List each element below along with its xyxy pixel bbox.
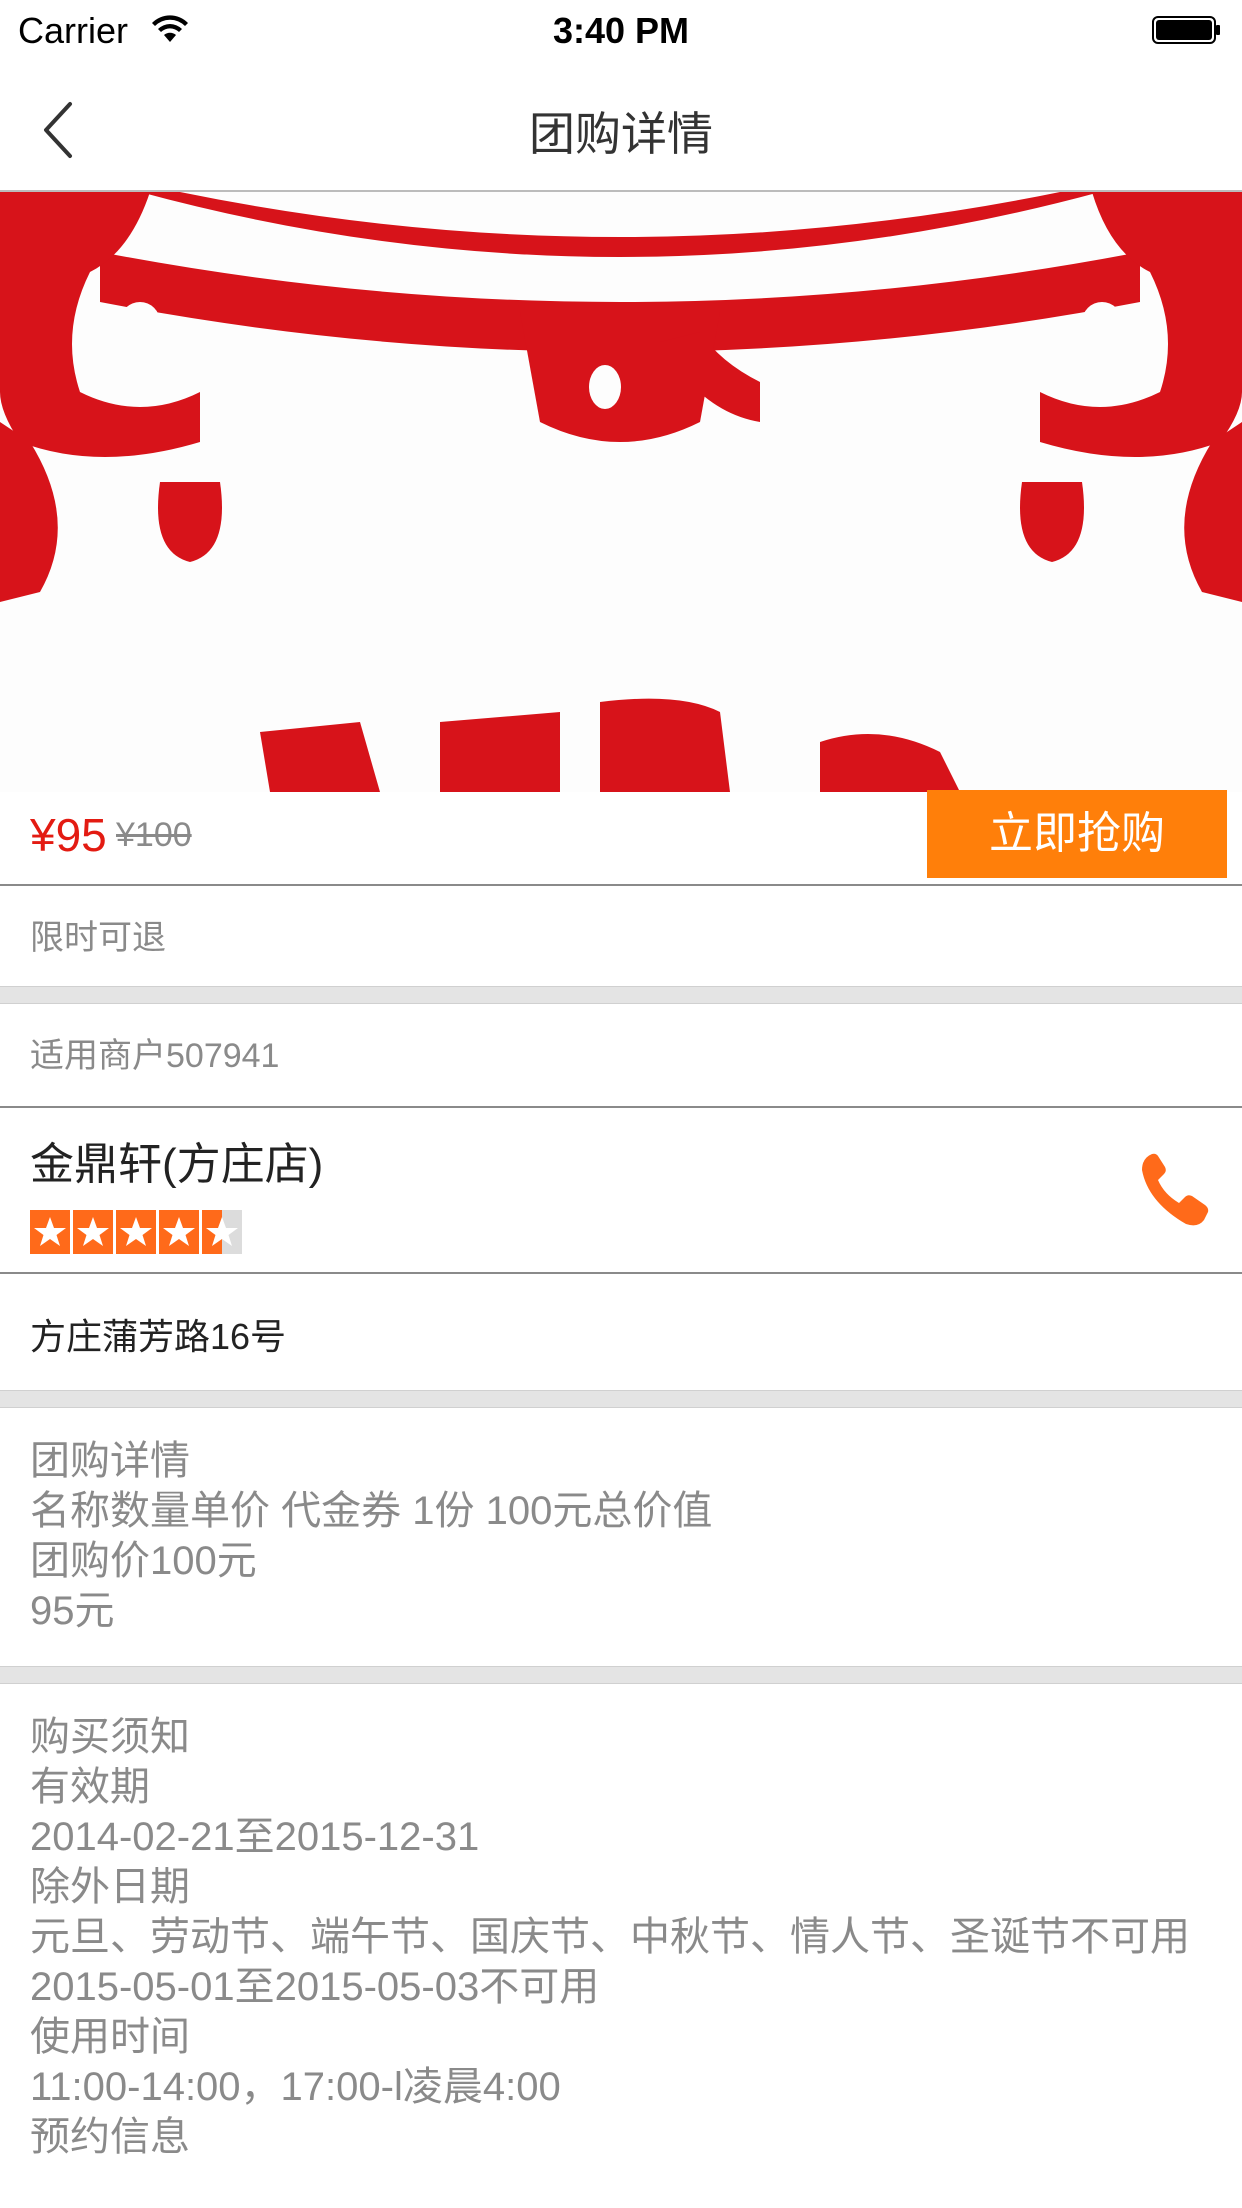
refund-policy-row: 限时可退 (0, 886, 1242, 986)
star-half-icon (202, 1210, 242, 1254)
star-icon (73, 1210, 113, 1254)
star-icon (116, 1210, 156, 1254)
refund-policy-label: 限时可退 (30, 919, 166, 957)
current-price: ¥95 (30, 809, 107, 861)
shop-address: 方庄蒲芳路16号 (30, 1316, 287, 1357)
section-divider (0, 1390, 1242, 1408)
rating-stars (30, 1210, 242, 1254)
notice-line: 11:00-14:00，17:00-l凌晨4:00 (30, 2065, 561, 2109)
notice-line: 有效期 (30, 1765, 150, 1809)
notice-line: 预约信息 (30, 2115, 190, 2159)
section-divider (0, 1666, 1242, 1684)
merchant-header: 适用商户507941 (0, 1002, 1242, 1108)
notice-line: 使用时间 (30, 2015, 190, 2059)
battery-icon (1152, 16, 1220, 44)
detail-line: 95元 (30, 1589, 115, 1633)
address-row[interactable]: 方庄蒲芳路16号 (0, 1274, 1242, 1390)
star-icon (159, 1210, 199, 1254)
star-icon (30, 1210, 70, 1254)
notice-line: 元旦、劳动节、端午节、国庆节、中秋节、情人节、圣诞节不可用 (30, 1915, 1190, 1959)
shop-row[interactable]: 金鼎轩(方庄店) (0, 1108, 1242, 1274)
shop-name: 金鼎轩(方庄店) (30, 1140, 324, 1189)
phone-icon[interactable] (1138, 1150, 1210, 1230)
buy-now-button[interactable]: 立即抢购 (927, 790, 1227, 878)
deal-detail-section: 团购详情 名称数量单价 代金券 1份 100元总价值 团购价100元 95元 (0, 1408, 1242, 1666)
page-title: 团购详情 (529, 108, 713, 160)
purchase-notice-section: 购买须知 有效期 2014-02-21至2015-12-31 除外日期 元旦、劳… (0, 1684, 1242, 2208)
detail-line: 名称数量单价 代金券 1份 100元总价值 (30, 1489, 713, 1533)
original-price: ¥100 (116, 816, 192, 854)
status-bar: Carrier 3:40 PM (0, 0, 1242, 62)
nav-bar: 团购详情 (0, 62, 1242, 192)
notice-line: 2015-05-01至2015-05-03不可用 (30, 1965, 600, 2009)
notice-title: 购买须知 (30, 1715, 190, 1759)
deal-hero-image (0, 192, 1242, 792)
status-time: 3:40 PM (552, 10, 690, 51)
notice-line: 除外日期 (30, 1865, 190, 1909)
detail-line: 团购价100元 (30, 1539, 257, 1583)
detail-title: 团购详情 (30, 1439, 190, 1483)
notice-line: 2014-02-21至2015-12-31 (30, 1815, 480, 1859)
merchant-header-label: 适用商户507941 (30, 1037, 280, 1075)
